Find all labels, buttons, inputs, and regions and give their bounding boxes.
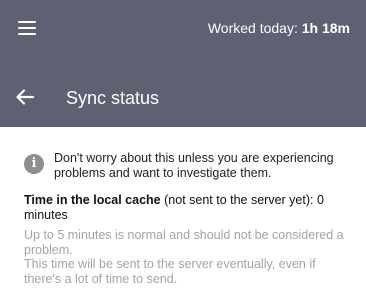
app-header: Worked today: 1h 18m Sync status bbox=[0, 0, 366, 127]
sync-status-content: i Don't worry about this unless you are … bbox=[0, 127, 366, 298]
hamburger-menu-icon[interactable] bbox=[14, 14, 42, 42]
local-cache-status: Time in the local cache (not sent to the… bbox=[24, 193, 344, 222]
worked-today: Worked today: 1h 18m bbox=[208, 20, 350, 36]
local-cache-label: Time in the local cache bbox=[24, 193, 161, 207]
cache-note-line-1: Up to 5 minutes is normal and should not… bbox=[24, 228, 344, 257]
info-text: Don't worry about this unless you are ex… bbox=[54, 151, 334, 180]
cache-note-line-2: This time will be sent to the server eve… bbox=[24, 257, 316, 286]
cache-note: Up to 5 minutes is normal and should not… bbox=[24, 228, 354, 286]
worked-today-label: Worked today: bbox=[207, 20, 298, 36]
worked-today-value: 1h 18m bbox=[301, 20, 350, 36]
back-arrow-icon[interactable] bbox=[14, 86, 42, 110]
page-title: Sync status bbox=[66, 88, 160, 108]
info-icon: i bbox=[24, 154, 44, 174]
